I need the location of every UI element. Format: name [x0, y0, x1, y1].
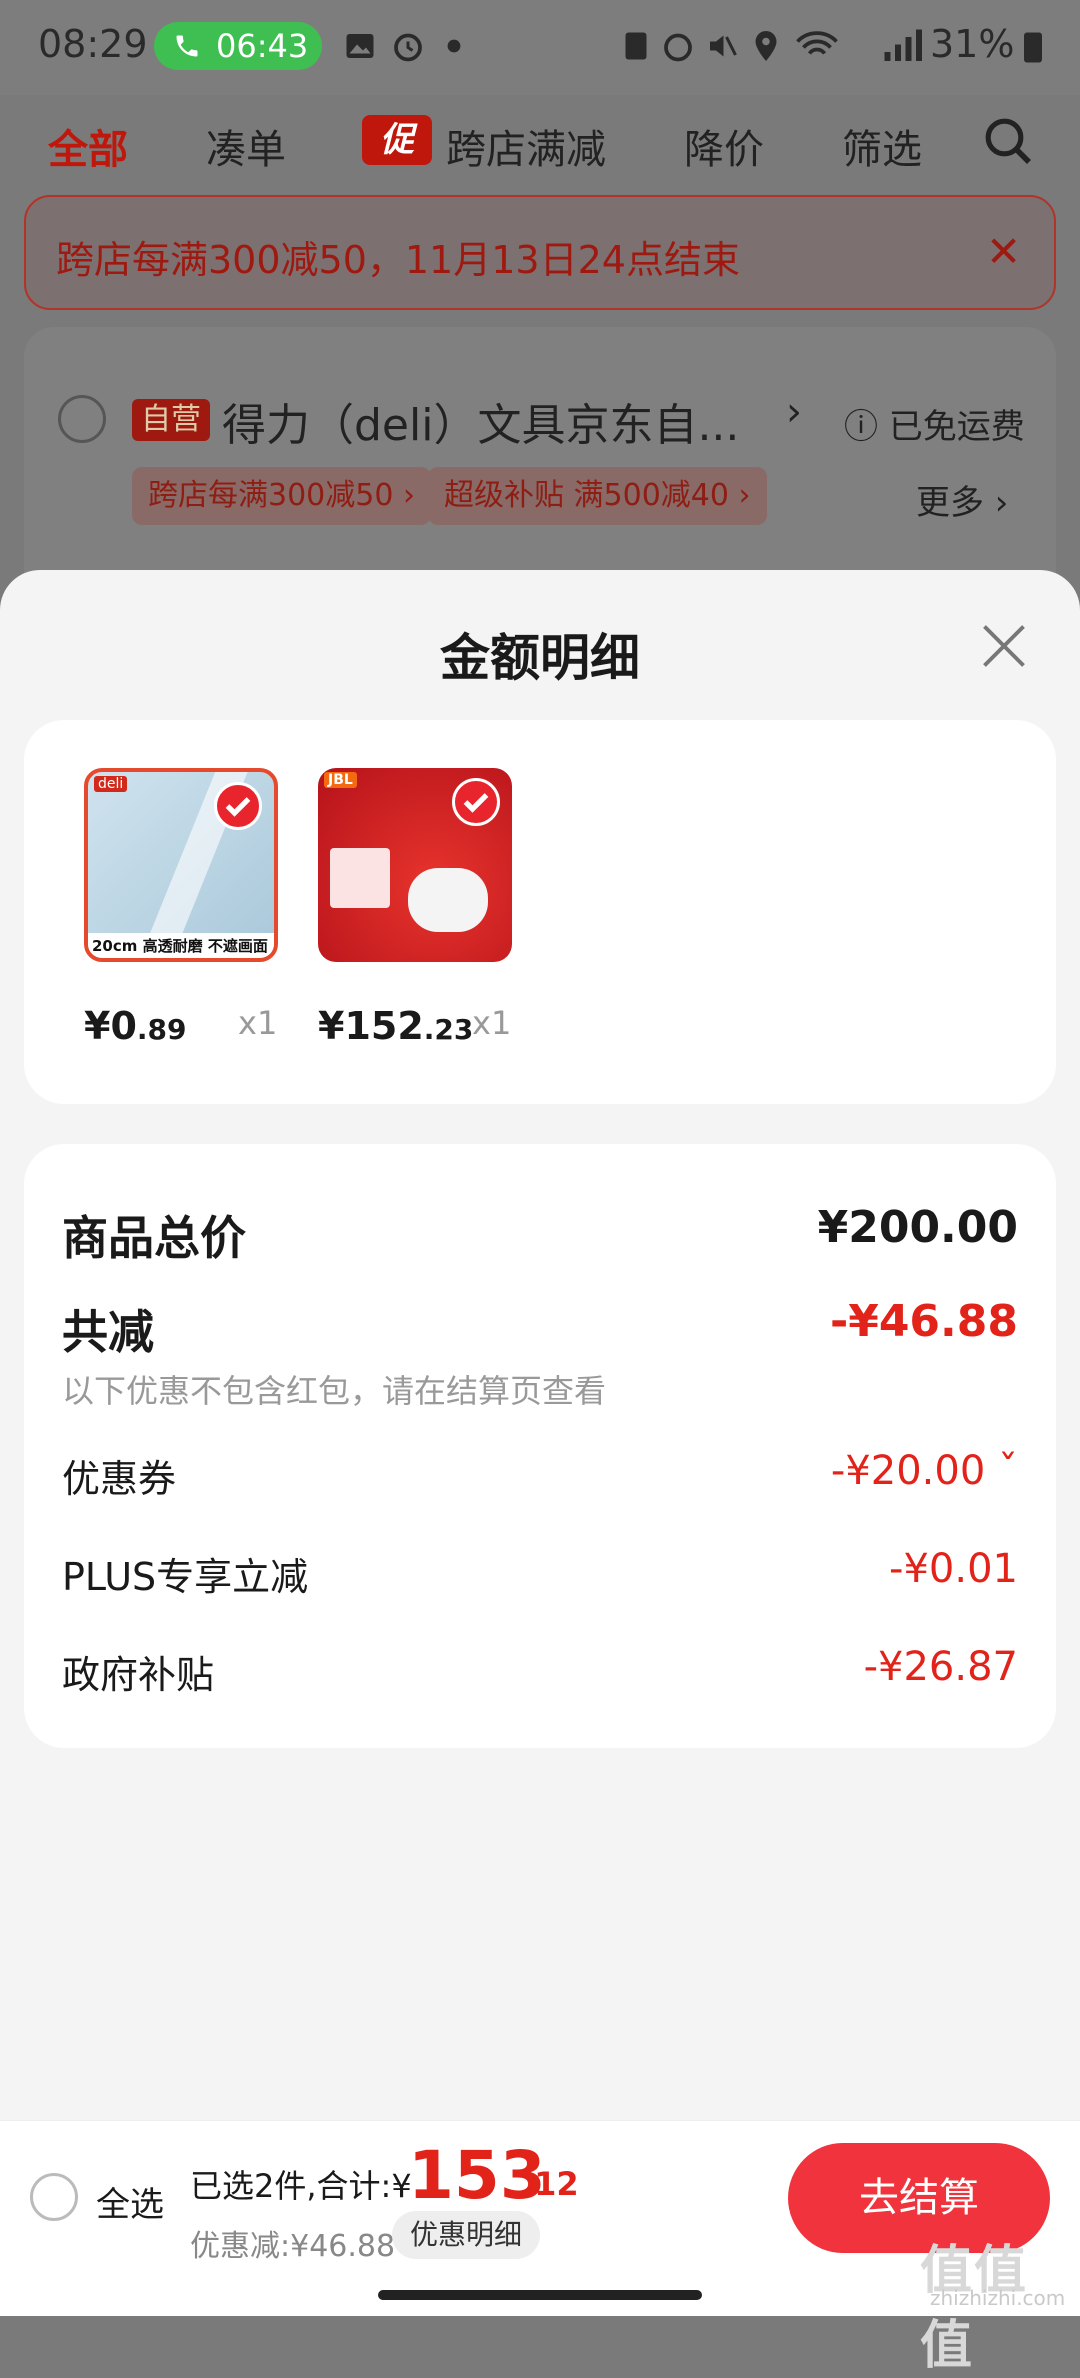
product-price: ¥0.89 — [84, 1004, 187, 1048]
promo-badge: 促 — [362, 115, 432, 165]
alarm-icon-2 — [664, 33, 692, 62]
price-decimal: .23 — [423, 1013, 474, 1046]
location-icon — [755, 31, 777, 61]
selected-count-text: 已选2件,合计:¥ — [190, 2167, 412, 2205]
product-qty: x1 — [238, 1004, 278, 1042]
self-run-badge: 自营 — [132, 399, 210, 441]
coupon-value[interactable]: -¥20.00 ˇ — [831, 1448, 1018, 1494]
battery-icon — [1024, 32, 1042, 63]
tab-all[interactable]: 全部 — [48, 117, 128, 175]
total-discount-value: -¥46.88 — [829, 1296, 1018, 1347]
phone-icon — [176, 35, 198, 57]
promo-chip-cross-store[interactable]: 跨店每满300减50 › — [132, 467, 431, 525]
tab-filter[interactable]: 筛选 — [842, 117, 922, 175]
brand-logo-deli: deli — [94, 776, 128, 792]
price-integer: ¥152 — [318, 1004, 424, 1048]
total-sum-decimal: .12 — [522, 2165, 579, 2203]
more-link[interactable]: 更多 › — [916, 475, 1008, 524]
price-integer: ¥0 — [84, 1004, 137, 1048]
product-image-earbuds[interactable]: JBL — [318, 768, 512, 962]
alarm-icon — [394, 33, 422, 62]
gallery-icon — [346, 34, 374, 58]
checkout-bar: 全选 已选2件,合计:¥ 153 .12 优惠减:¥46.88 优惠明细 去结算 — [0, 2120, 1080, 2272]
total-price-value: ¥200.00 — [817, 1202, 1018, 1253]
close-icon[interactable]: ✕ — [986, 227, 1021, 276]
coupon-label: 优惠券 — [62, 1457, 177, 1501]
product-price: ¥152.23 — [318, 1004, 473, 1048]
dot-icon — [447, 39, 461, 53]
call-timer: 06:43 — [216, 27, 309, 65]
promo-chip-subsidy[interactable]: 超级补贴 满500减40 › — [428, 467, 767, 525]
gov-subsidy-value: -¥26.87 — [863, 1644, 1018, 1690]
check-icon — [214, 782, 262, 830]
free-shipping-label: ⓘ 已免运费 — [844, 407, 1025, 447]
chevron-right-icon[interactable]: › — [786, 389, 802, 435]
price-decimal: .89 — [136, 1013, 187, 1046]
brand-logo-jbl: JBL — [324, 772, 357, 788]
discount-note: 以下优惠不包含红包，请在结算页查看 — [62, 1372, 607, 1410]
promo-banner-text: 跨店每满300减50，11月13日24点结束 — [56, 238, 740, 282]
status-time: 08:29 — [38, 22, 148, 66]
shop-name[interactable]: 得力（deli）文具京东自... — [222, 389, 739, 453]
status-bar: 08:29 06:43 31% — [0, 0, 1080, 95]
call-timer-pill[interactable]: 06:43 — [154, 22, 322, 70]
price-details-card: 商品总价 ¥200.00 共减 -¥46.88 以下优惠不包含红包，请在结算页查… — [24, 1144, 1056, 1748]
wifi-icon — [796, 31, 838, 55]
product-image-ruler[interactable]: deli 20cm 高透耐磨 不遮画面 — [84, 768, 278, 962]
product-qty: x1 — [472, 1004, 512, 1042]
cart-background: 全部 凑单 促 跨店满减 降价 筛选 跨店每满300减50，11月13日24点结… — [0, 95, 1080, 627]
total-discount-label: 共减 — [62, 1305, 154, 1359]
tab-price-drop[interactable]: 降价 — [684, 117, 764, 175]
discount-detail-button[interactable]: 优惠明细 — [392, 2211, 541, 2259]
plus-discount-label: PLUS专享立减 — [62, 1555, 309, 1599]
tab-addon[interactable]: 凑单 — [206, 117, 286, 175]
signal-icon — [884, 29, 922, 61]
shop-select-radio[interactable] — [58, 395, 106, 443]
home-indicator[interactable] — [378, 2290, 702, 2300]
gov-subsidy-label: 政府补贴 — [62, 1653, 215, 1697]
mute-icon — [710, 35, 737, 57]
promo-banner: 跨店每满300减50，11月13日24点结束 ✕ — [24, 195, 1056, 310]
saving-text: 优惠减:¥46.88 — [190, 2229, 396, 2264]
total-price-label: 商品总价 — [62, 1211, 246, 1265]
tab-cross-store[interactable]: 跨店满减 — [446, 117, 606, 175]
sheet-title: 金额明细 — [440, 629, 640, 687]
select-all-radio[interactable] — [30, 2173, 78, 2221]
product-caption: 20cm 高透耐磨 不遮画面 — [88, 933, 274, 958]
watermark-url: zhizhizhi.com — [930, 2286, 1066, 2310]
data-saver-icon — [625, 32, 647, 60]
spec-labels-graphic — [330, 848, 390, 908]
products-card: deli 20cm 高透耐磨 不遮画面 JBL ¥0.89 x1 ¥152.23… — [24, 720, 1056, 1104]
earbuds-case-graphic — [408, 868, 488, 932]
search-icon[interactable] — [980, 113, 1036, 169]
check-icon — [452, 778, 500, 826]
amount-detail-sheet: 金额明细 deli 20cm 高透耐磨 不遮画面 JBL ¥0.89 x1 ¥1… — [0, 570, 1080, 2316]
plus-discount-value: -¥0.01 — [889, 1546, 1018, 1592]
select-all-label[interactable]: 全选 — [96, 2177, 164, 2226]
battery-percent: 31% — [930, 22, 1015, 66]
close-icon[interactable] — [978, 620, 1030, 672]
